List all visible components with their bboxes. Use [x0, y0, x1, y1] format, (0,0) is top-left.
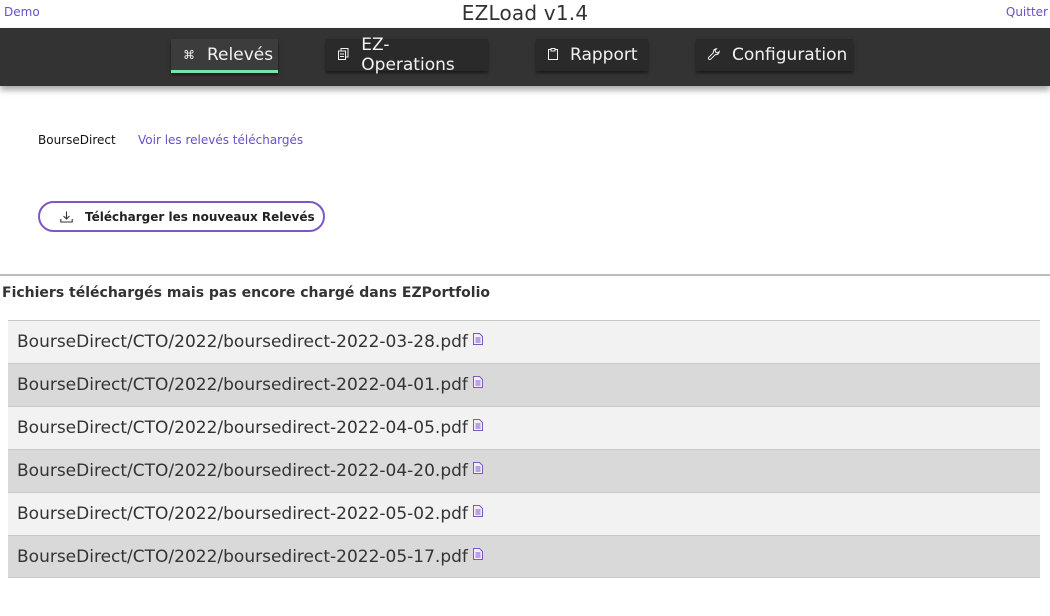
broker-name: BourseDirect [38, 133, 116, 147]
quit-link[interactable]: Quitter [1006, 5, 1048, 19]
document-icon[interactable] [472, 505, 483, 517]
top-bar: Demo EZLoad v1.4 Quitter [0, 0, 1050, 28]
view-downloaded-statements-link[interactable]: Voir les relevés téléchargés [138, 133, 303, 147]
clipboard-icon [548, 47, 558, 63]
tab-ez-operations[interactable]: EZ-Operations [326, 35, 488, 75]
list-item: BourseDirect/CTO/2022/boursedirect-2022-… [8, 449, 1040, 492]
page-icon [338, 47, 349, 63]
document-icon[interactable] [472, 419, 483, 431]
file-link[interactable]: BourseDirect/CTO/2022/boursedirect-2022-… [17, 332, 468, 352]
tab-label: EZ-Operations [361, 35, 455, 75]
section-title: Fichiers téléchargés mais pas encore cha… [2, 285, 490, 301]
download-button-label: Télécharger les nouveaux Relevés [85, 209, 315, 224]
tab-releves[interactable]: ⌘ Relevés [171, 39, 278, 73]
tab-rapport[interactable]: Rapport [536, 39, 648, 71]
wrench-icon [707, 47, 720, 63]
section-divider [0, 274, 1050, 276]
list-item: BourseDirect/CTO/2022/boursedirect-2022-… [8, 320, 1040, 363]
main-navbar: ⌘ Relevés EZ-Operations Rapport Configur… [0, 28, 1050, 86]
download-icon [60, 211, 73, 223]
document-icon[interactable] [472, 462, 483, 474]
file-link[interactable]: BourseDirect/CTO/2022/boursedirect-2022-… [17, 461, 468, 481]
download-new-statements-button[interactable]: Télécharger les nouveaux Relevés [38, 201, 325, 232]
file-list: BourseDirect/CTO/2022/boursedirect-2022-… [8, 320, 1040, 578]
file-link[interactable]: BourseDirect/CTO/2022/boursedirect-2022-… [17, 547, 468, 567]
app-title: EZLoad v1.4 [461, 1, 589, 25]
document-icon[interactable] [472, 376, 483, 388]
list-item: BourseDirect/CTO/2022/boursedirect-2022-… [8, 492, 1040, 535]
file-link[interactable]: BourseDirect/CTO/2022/boursedirect-2022-… [17, 504, 468, 524]
file-link[interactable]: BourseDirect/CTO/2022/boursedirect-2022-… [17, 418, 468, 438]
tab-label: Configuration [732, 45, 848, 65]
list-item: BourseDirect/CTO/2022/boursedirect-2022-… [8, 363, 1040, 406]
document-icon[interactable] [472, 547, 483, 560]
list-item: BourseDirect/CTO/2022/boursedirect-2022-… [8, 406, 1040, 449]
tab-label: Relevés [207, 44, 274, 65]
command-icon: ⌘ [183, 47, 195, 62]
tab-configuration[interactable]: Configuration [696, 39, 853, 71]
document-icon[interactable] [472, 333, 483, 345]
tab-label: Rapport [570, 45, 638, 65]
file-link[interactable]: BourseDirect/CTO/2022/boursedirect-2022-… [17, 375, 468, 395]
list-item: BourseDirect/CTO/2022/boursedirect-2022-… [8, 535, 1040, 578]
